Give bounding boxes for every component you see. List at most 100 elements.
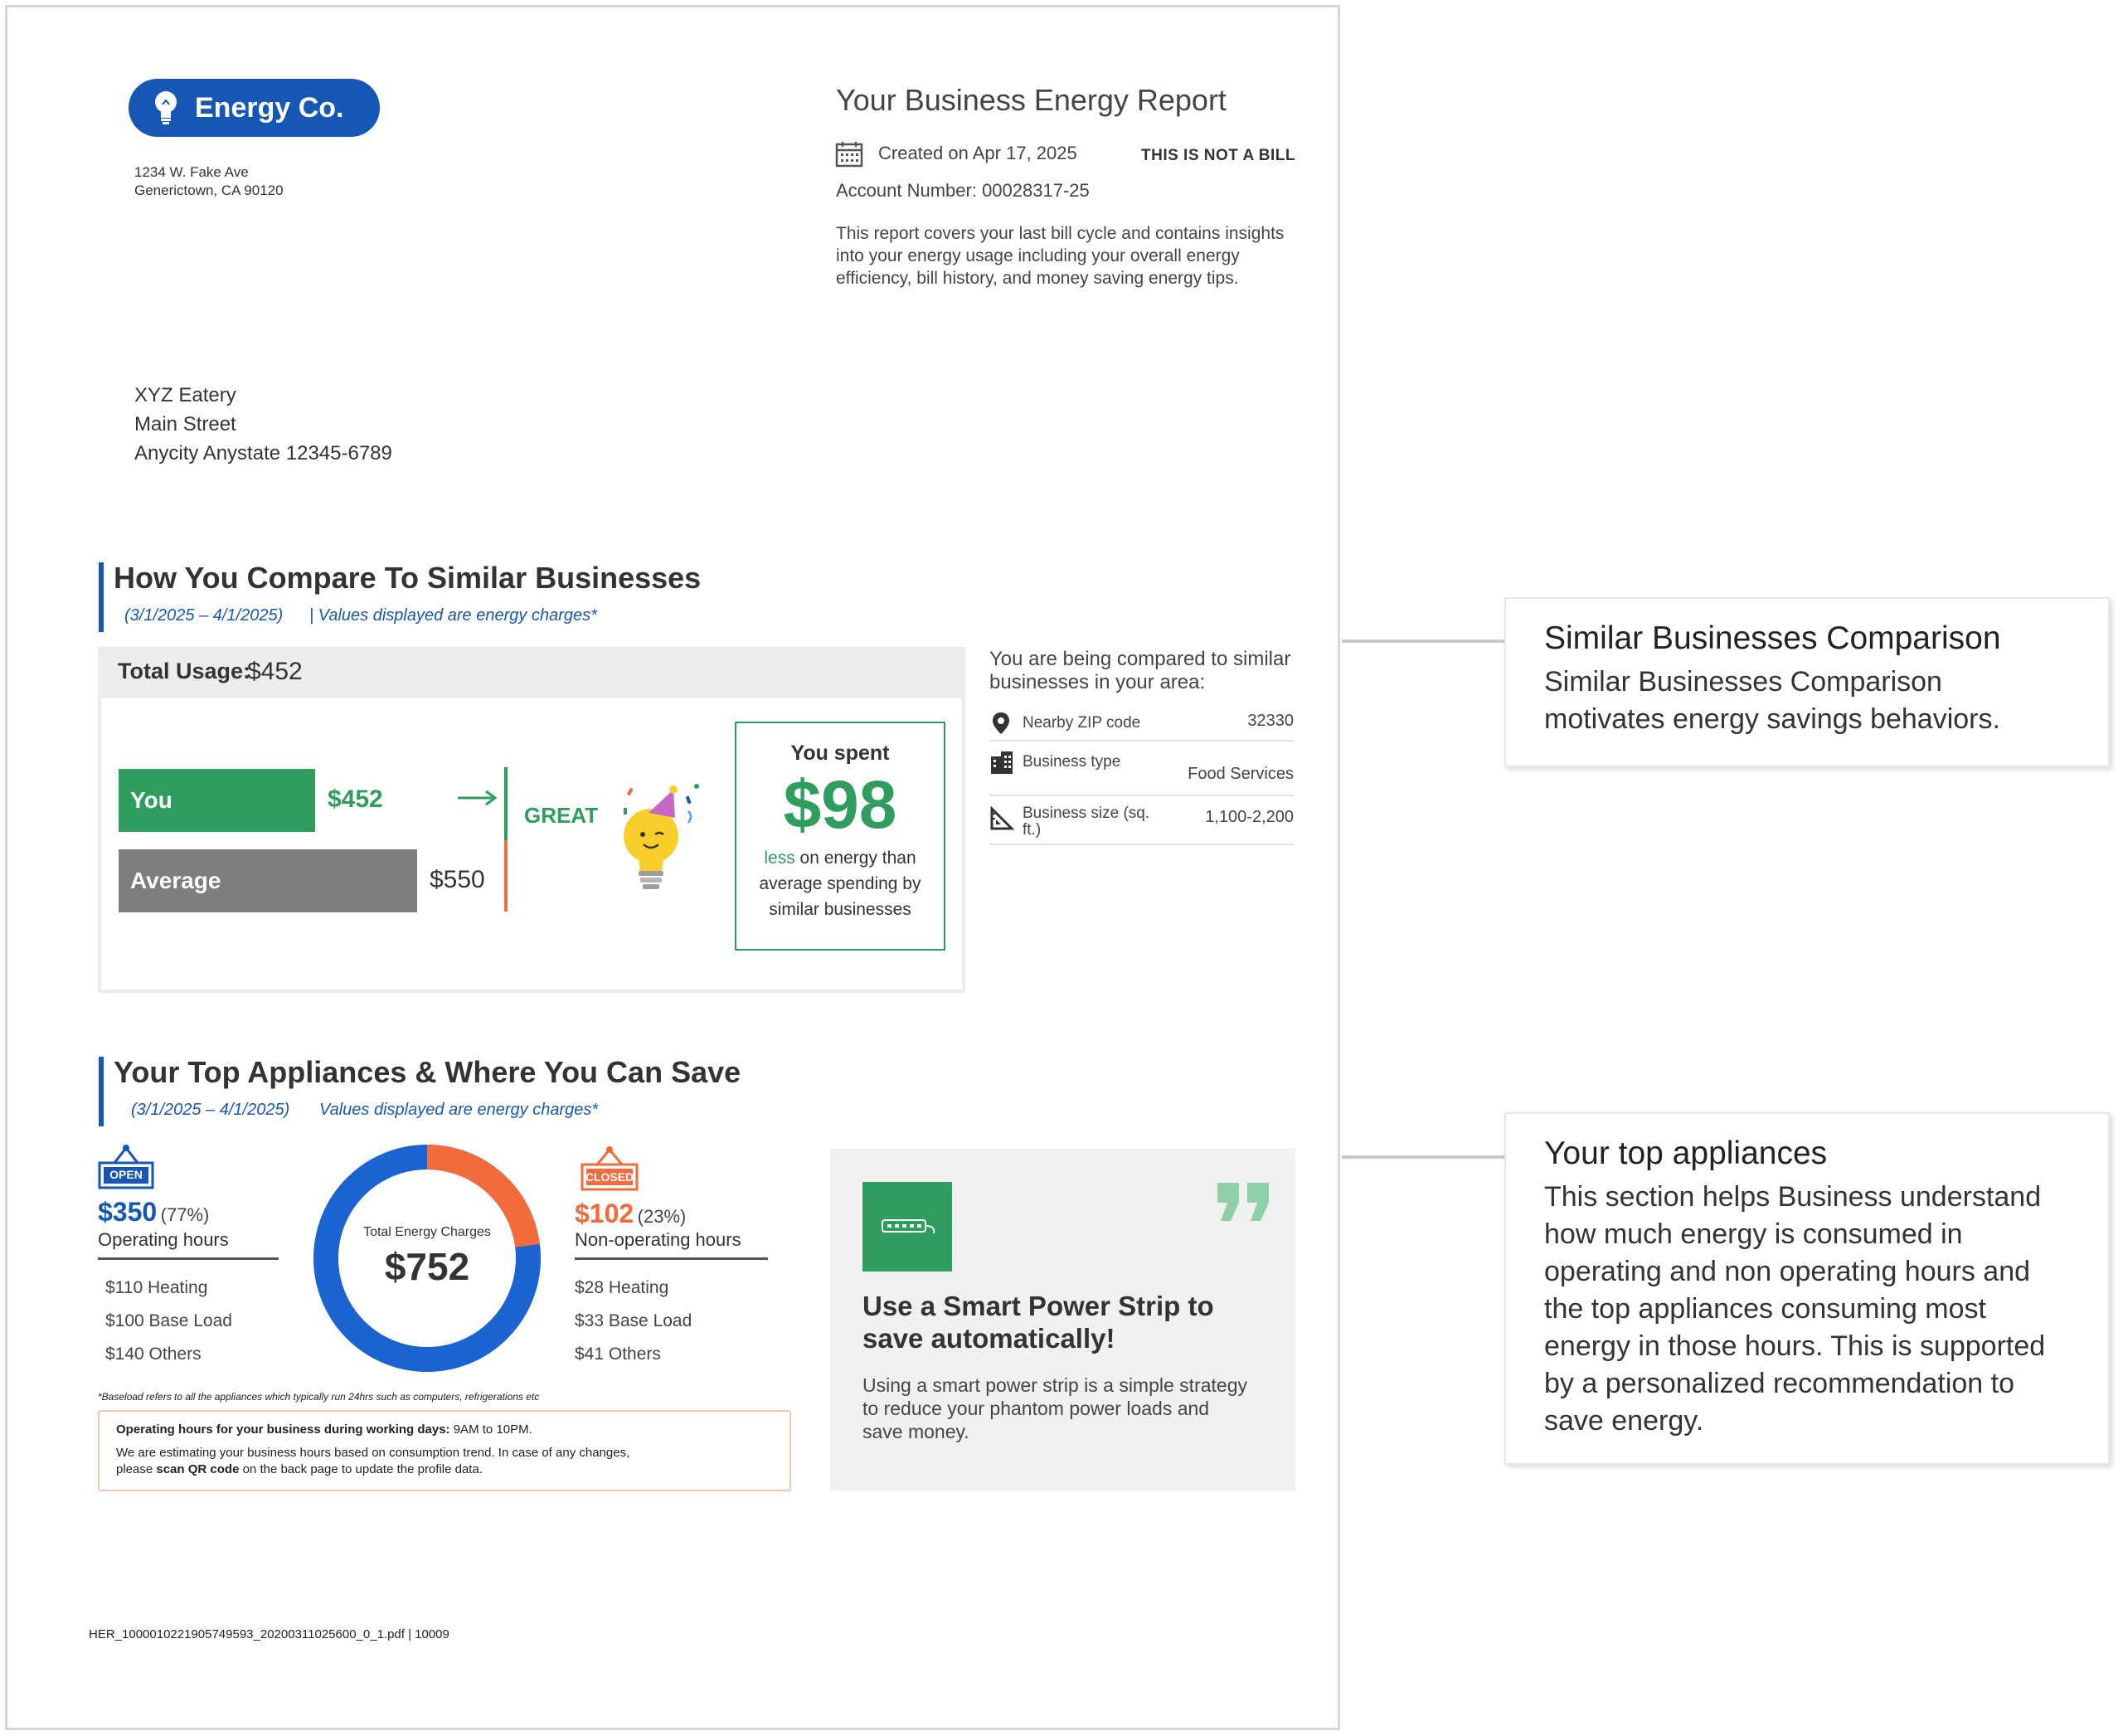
quote-icon (1217, 1183, 1269, 1221)
power-strip-tile (862, 1182, 952, 1272)
not-a-bill-label: THIS IS NOT A BILL (1141, 147, 1295, 164)
total-usage-label: Total Usage: (118, 659, 251, 683)
account-number: Account Number: 00028317-25 (836, 180, 1090, 201)
company-address: 1234 W. Fake Ave Generictown, CA 90120 (134, 163, 284, 200)
appliances-note: Values displayed are energy charges* (319, 1101, 599, 1119)
non-operating-label: Non-operating hours (575, 1229, 741, 1250)
info-label-zip: Nearby ZIP code (1023, 714, 1141, 732)
operating-item: $100 Base Load (105, 1311, 232, 1330)
footer-file-id: HER_1000010221905749593_20200311025600_0… (89, 1627, 449, 1641)
donut-label: Total Energy Charges (363, 1225, 491, 1239)
calendar-icon (835, 142, 863, 168)
non-operating-value: $102 (575, 1199, 634, 1228)
map-pin-icon (993, 712, 1009, 734)
non-operating-item: $33 Base Load (575, 1311, 692, 1330)
you-spent-value: $98 (783, 767, 897, 843)
compare-dates: (3/1/2025 – 4/1/2025) (124, 606, 284, 625)
you-bar-label: You (130, 787, 172, 813)
arrow-right-icon (458, 790, 498, 806)
power-strip-icon (882, 1219, 935, 1234)
operating-hours-note: We are estimating your business hours ba… (116, 1446, 630, 1460)
callout-connector (1342, 1155, 1504, 1159)
operating-divider (98, 1257, 279, 1260)
info-value-size: 1,100-2,200 (1205, 808, 1294, 826)
company-address-line1: 1234 W. Fake Ave (134, 164, 249, 180)
report-description: This report covers your last bill cycle … (836, 224, 1285, 288)
operating-hours-note-2: please scan QR code on the back page to … (116, 1461, 773, 1478)
compare-section-bar (99, 562, 104, 632)
scale-great-segment (504, 767, 508, 840)
created-date: Created on Apr 17, 2025 (878, 143, 1077, 163)
tip-body: Using a smart power strip is a simple st… (862, 1374, 1247, 1442)
you-spent-caption: less on energy than average spending by … (736, 845, 944, 922)
operating-item: $140 Others (105, 1345, 202, 1364)
scan-qr-code-text: scan QR code (156, 1462, 240, 1476)
info-label-size: Business size (sq. ft.) (1023, 805, 1150, 839)
operating-hours-value: 9AM to 10PM. (453, 1422, 532, 1437)
logo-text: Energy Co. (195, 91, 344, 124)
you-spent-less: less (764, 849, 795, 868)
recipient-name: XYZ Eatery (134, 384, 236, 406)
scale-poor-segment (504, 840, 508, 912)
non-operating-item: $28 Heating (575, 1278, 669, 1297)
building-icon (991, 751, 1013, 774)
hours-note-rest: on the back page to update the profile d… (242, 1462, 483, 1476)
operating-label: Operating hours (98, 1229, 229, 1250)
open-sign-icon (98, 1145, 154, 1189)
you-bar: You (119, 769, 315, 832)
average-bar-label: Average (130, 868, 221, 893)
total-usage-header: Total Usage: $452 (98, 647, 965, 698)
tip-title: Use a Smart Power Strip to save automati… (862, 1291, 1214, 1354)
non-operating-divider (575, 1257, 768, 1260)
info-divider (989, 844, 1294, 845)
lightbulb-icon (155, 91, 177, 124)
callout-title: Similar Businesses Comparison (1544, 620, 2001, 656)
callout-body: This section helps Business understand h… (1544, 1181, 2046, 1437)
operating-item: $110 Heating (105, 1278, 208, 1297)
non-operating-pct: (23%) (637, 1206, 687, 1227)
recipient-city: Anycity Anystate 12345-6789 (134, 442, 392, 464)
non-operating-item: $41 Others (575, 1345, 661, 1364)
info-value-type: Food Services (1188, 765, 1294, 783)
info-value-zip: 32330 (1247, 712, 1294, 730)
appliances-dates: (3/1/2025 – 4/1/2025) (131, 1101, 290, 1119)
donut-total: $752 (384, 1245, 470, 1288)
compare-section-title: How You Compare To Similar Businesses (114, 561, 702, 595)
you-bar-value: $452 (328, 785, 383, 813)
total-usage-value: $452 (247, 658, 303, 685)
info-divider (989, 795, 1294, 796)
operating-value: $350 (98, 1197, 158, 1227)
non-operating-summary: $102 (23%) (575, 1199, 686, 1229)
operating-hours-line: Operating hours for your business during… (116, 1422, 773, 1438)
appliances-section-bar (99, 1057, 104, 1126)
you-spent-label: You spent (790, 742, 890, 765)
operating-hours-box: Operating hours for your business during… (98, 1410, 791, 1491)
info-divider (989, 740, 1294, 742)
operating-summary: $350 (77%) (98, 1197, 209, 1228)
hours-note-please: please (116, 1462, 153, 1476)
recipient-street: Main Street (134, 413, 236, 435)
comparison-intro: You are being compared to similar busine… (989, 648, 1291, 693)
info-label-type: Business type (1023, 753, 1121, 771)
ruler-triangle-icon (990, 806, 1014, 830)
operating-pct: (77%) (160, 1204, 210, 1225)
average-bar-value: $550 (430, 866, 485, 893)
you-spent-card: You spent $98 less on energy than averag… (735, 722, 945, 951)
callout-body: Similar Businesses Comparison motivates … (1544, 666, 2000, 735)
average-bar: Average (119, 849, 417, 912)
callout-title: Your top appliances (1544, 1135, 1828, 1171)
company-address-line2: Generictown, CA 90120 (134, 182, 284, 198)
recipient-address: XYZ Eatery Main Street Anycity Anystate … (134, 381, 392, 468)
compare-note: | Values displayed are energy charges* (309, 606, 597, 625)
baseload-footnote: *Baseload refers to all the appliances w… (98, 1391, 540, 1403)
closed-sign-icon (581, 1146, 639, 1191)
callout-similar-businesses: Similar Businesses Comparison Similar Bu… (1504, 597, 2110, 767)
appliances-section-title: Your Top Appliances & Where You Can Save (114, 1055, 741, 1089)
rating-label: GREAT (524, 803, 599, 828)
company-logo: Energy Co. (129, 79, 380, 137)
callout-top-appliances: Your top appliances This section helps B… (1504, 1112, 2110, 1465)
callout-connector (1342, 639, 1504, 643)
operating-hours-bold: Operating hours for your business during… (116, 1422, 450, 1437)
party-lightbulb-icon (624, 784, 699, 889)
open-badge-text: OPEN (109, 1168, 143, 1181)
